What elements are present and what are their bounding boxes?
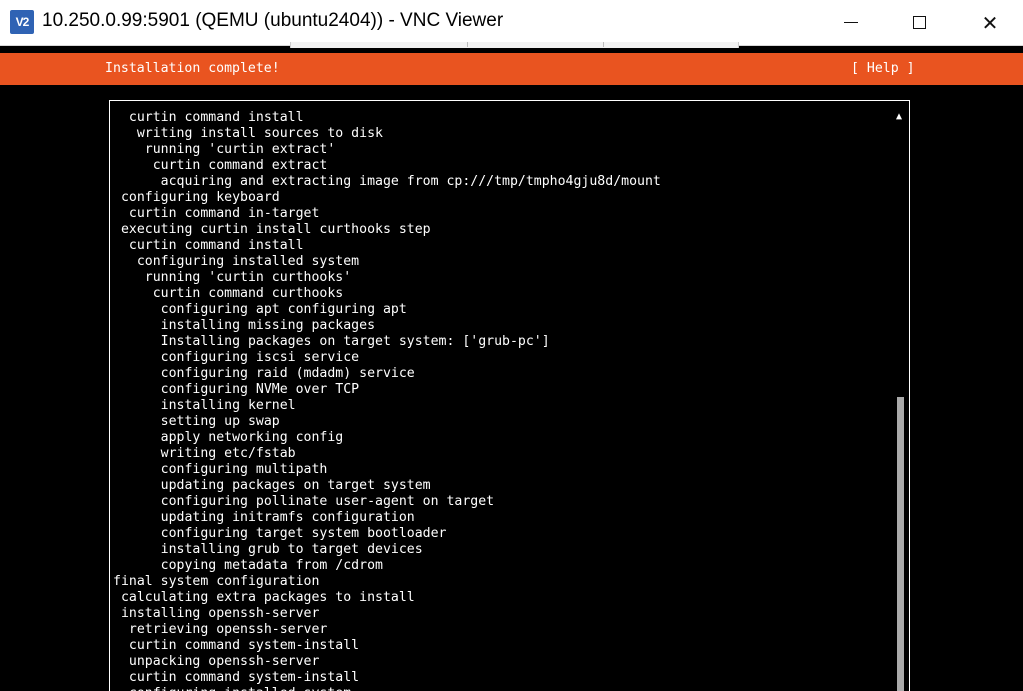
log-line: apply networking config [113,430,344,445]
log-line: configuring iscsi service [113,350,360,365]
log-line: curtin command system-install [113,670,360,685]
scrollbar-thumb[interactable] [897,397,904,691]
log-line: acquiring and extracting image from cp:/… [113,174,661,189]
vnc-viewer-window: V2 10.250.0.99:5901 (QEMU (ubuntu2404)) … [0,0,1023,691]
close-icon: ✕ [981,10,999,35]
log-line: configuring target system bootloader [113,526,447,541]
window-title: 10.250.0.99:5901 (QEMU (ubuntu2404)) - V… [42,10,504,31]
scroll-up-icon[interactable]: ▲ [896,111,902,123]
log-line: installing openssh-server [113,606,320,621]
log-line: configuring raid (mdadm) service [113,366,415,381]
log-line: installing kernel [113,398,296,413]
help-button[interactable]: [ Help ] [851,61,915,76]
log-line: writing etc/fstab [113,446,296,461]
maximize-button[interactable] [891,0,947,45]
log-line: configuring installed system [113,254,360,269]
log-line: running 'curtin extract' [113,142,336,157]
log-line: configuring installed system [113,686,893,691]
vnc-viewer-app-icon: V2 [10,10,34,34]
installer-status-title: Installation complete! [105,61,280,76]
log-line: writing install sources to disk [113,126,383,141]
close-button[interactable]: ✕ [962,0,1018,45]
log-line: Installing packages on target system: ['… [113,334,550,349]
log-line: running 'curtin curthooks' [113,270,352,285]
log-line: calculating extra packages to install [113,590,415,605]
log-line: curtin command system-install [113,638,360,653]
log-line: setting up swap [113,414,280,429]
log-line: curtin command in-target [113,206,320,221]
vnc-toolbar-strip[interactable] [290,42,739,48]
log-line: configuring keyboard [113,190,280,205]
log-line: configuring multipath [113,462,328,477]
log-line: configuring apt configuring apt [113,302,407,317]
log-line: executing curtin install curthooks step [113,222,431,237]
toolbar-separator [603,42,604,47]
log-line: updating packages on target system [113,478,431,493]
installer-header-bar: Installation complete! [ Help ] [0,53,1023,85]
log-line: configuring pollinate user-agent on targ… [113,494,495,509]
log-line: retrieving openssh-server [113,622,328,637]
log-line: curtin command curthooks [113,286,344,301]
minimize-button[interactable] [823,0,879,45]
log-line: curtin command install [113,110,304,125]
title-bar[interactable]: V2 10.250.0.99:5901 (QEMU (ubuntu2404)) … [0,0,1023,48]
log-line: final system configuration [113,574,320,589]
minimize-icon [844,22,858,23]
install-log-lines: curtin command install writing install s… [113,110,893,691]
log-line: copying metadata from /cdrom [113,558,383,573]
maximize-icon [912,16,926,29]
log-line: curtin command extract [113,158,328,173]
log-line: installing missing packages [113,318,376,333]
log-line: installing grub to target devices [113,542,423,557]
log-line: updating initramfs configuration [113,510,415,525]
log-line: curtin command install [113,238,304,253]
log-line: configuring NVMe over TCP [113,382,360,397]
log-line: unpacking openssh-server [113,654,320,669]
toolbar-separator [467,42,468,47]
